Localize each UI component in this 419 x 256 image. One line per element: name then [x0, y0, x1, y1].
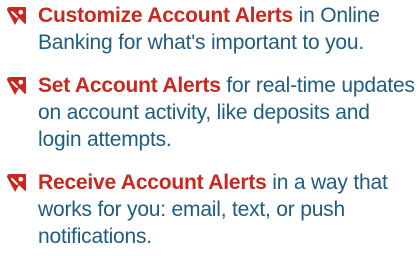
list-item-set-alerts: Set Account Alerts for real-time updates…	[6, 72, 415, 153]
alerts-panel: Customize Account Alerts in Online Banki…	[0, 0, 419, 256]
alert-title: Set Account Alerts	[38, 74, 221, 97]
list-item-receive-alerts: Receive Account Alerts in a way that wor…	[6, 169, 415, 250]
alert-title: Receive Account Alerts	[38, 171, 267, 194]
list-item-customize-alerts: Customize Account Alerts in Online Banki…	[6, 2, 415, 56]
tag-icon	[6, 6, 27, 27]
alert-title: Customize Account Alerts	[38, 4, 294, 27]
alert-text: Set Account Alerts for real-time updates…	[38, 72, 415, 153]
tag-icon	[6, 76, 27, 97]
alert-text: Receive Account Alerts in a way that wor…	[38, 169, 415, 250]
alert-list: Customize Account Alerts in Online Banki…	[6, 2, 415, 250]
alert-text: Customize Account Alerts in Online Banki…	[38, 2, 415, 56]
tag-icon	[6, 173, 27, 194]
